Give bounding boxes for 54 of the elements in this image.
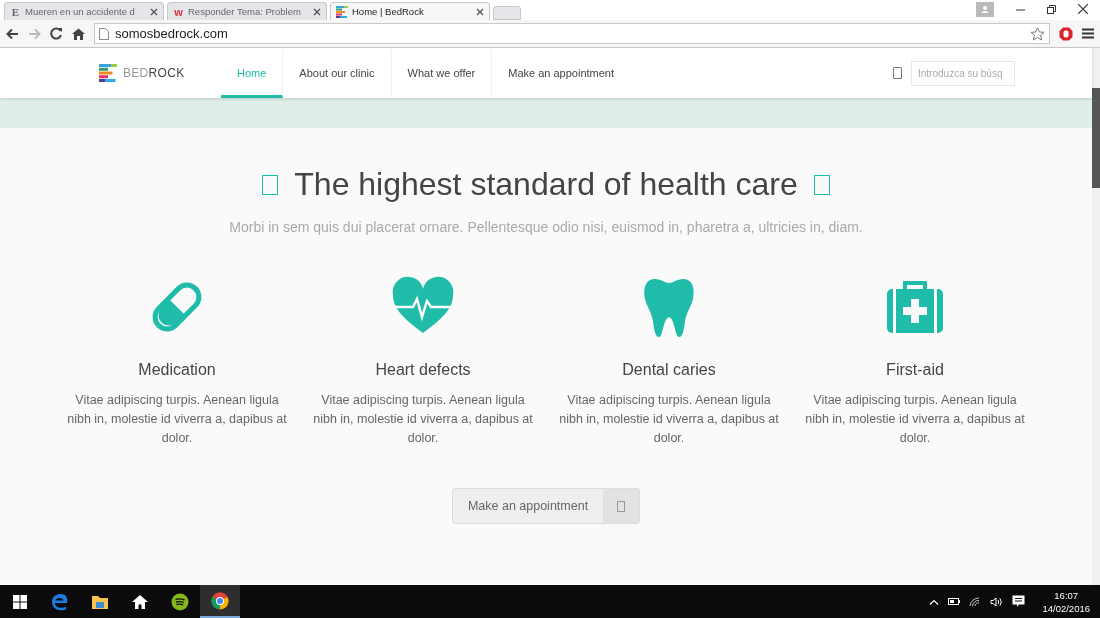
page-icon <box>99 27 109 40</box>
notification-icon[interactable] <box>1012 595 1026 608</box>
brand-logo[interactable]: BEDROCK <box>99 48 221 98</box>
address-bar[interactable]: somosbedrock.com <box>94 23 1050 44</box>
windows-logo-icon <box>13 594 27 609</box>
home-icon <box>131 593 149 610</box>
star-icon[interactable] <box>1030 26 1045 41</box>
logo-icon <box>336 5 348 18</box>
browser-e-icon <box>51 592 69 611</box>
favicon: E <box>10 6 21 17</box>
close-icon[interactable] <box>476 7 484 16</box>
restore-icon[interactable] <box>1047 4 1056 14</box>
feature-title: Dental caries <box>622 361 716 379</box>
feature-description: Vitae adipiscing turpis. Aenean ligula nibh in, molestie id viverra a, dapibus at dolor. <box>558 392 780 447</box>
taskbar-app-button[interactable] <box>200 585 240 618</box>
feature-description: Vitae adipiscing turpis. Aenean ligula nibh in, molestie id viverra a, dapibus at dolor. <box>312 392 534 447</box>
subtitle-text: Morbi in sem quis dui placerat ornare. Pellentesque odio nisi, euismod in, pharetra a, ultricies in, diam. <box>229 219 863 235</box>
speaker-icon[interactable] <box>990 596 1004 607</box>
home-icon[interactable] <box>72 27 85 40</box>
menu-icon[interactable] <box>1082 28 1094 39</box>
page-heading: The highest standard of health care <box>294 166 798 203</box>
missing-glyph-icon <box>262 174 279 195</box>
brand-name: BEDROCK <box>123 66 185 80</box>
missing-glyph-icon <box>893 67 902 79</box>
chrome-icon <box>211 591 229 610</box>
feature-description: Vitae adipiscing turpis. Aenean ligula nibh in, molestie id viverra a, dapibus at dolor. <box>66 392 288 447</box>
browser-tab[interactable]: E Mueren en un accidente d <box>4 2 164 20</box>
extension-stop-icon[interactable] <box>1059 26 1073 41</box>
missing-glyph-icon <box>813 174 830 195</box>
chevron-up-icon[interactable] <box>929 598 940 605</box>
wifi-icon[interactable] <box>969 596 982 607</box>
search-field[interactable]: Introduzca su búsq <box>911 60 1015 86</box>
folder-icon <box>91 593 109 610</box>
favicon: w <box>173 6 184 17</box>
logo-icon <box>99 64 117 82</box>
reload-icon[interactable] <box>50 27 63 40</box>
url-text: somosbedrock.com <box>115 26 229 41</box>
back-arrow-icon[interactable] <box>6 27 19 40</box>
nav-link[interactable]: Make an appointment <box>492 48 631 98</box>
browser-tab[interactable]: Home | BedRock <box>330 2 490 20</box>
clock[interactable]: 16:07 14/02/2016 <box>1042 588 1090 615</box>
close-icon[interactable] <box>150 7 158 16</box>
feature-title: Medication <box>138 361 216 379</box>
close-icon[interactable] <box>1078 4 1088 14</box>
close-icon[interactable] <box>313 7 321 16</box>
feature-description: Vitae adipiscing turpis. Aenean ligula nibh in, molestie id viverra a, dapibus at dolor. <box>804 392 1026 447</box>
browser-tab[interactable]: w Responder Tema: Problem <box>167 2 327 20</box>
feature-title: First-aid <box>886 361 944 379</box>
missing-glyph-icon <box>617 500 626 512</box>
battery-icon[interactable] <box>948 598 961 605</box>
feature-title: Heart defects <box>375 361 471 379</box>
appointment-button[interactable]: Make an appointment <box>451 488 641 524</box>
spotify-icon <box>171 592 189 611</box>
scrollbar[interactable] <box>1092 48 1100 585</box>
